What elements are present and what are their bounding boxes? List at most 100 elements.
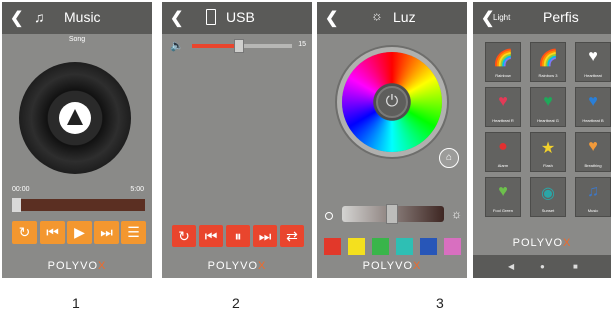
bulb-icon: ☼	[371, 8, 383, 23]
profile-tile-label: Fool Green	[492, 208, 513, 213]
repeat-button[interactable]: ↻	[12, 221, 37, 244]
nav-recents-icon[interactable]: ■	[573, 262, 578, 271]
back-icon[interactable]: ❮	[10, 8, 23, 28]
profile-tile[interactable]: 🌈 Rainbow	[485, 42, 521, 82]
profile-tile-label: Music	[587, 208, 599, 213]
pause-button[interactable]: ⏸	[226, 225, 250, 247]
profiles-screen: ❮ Light Perfis 🌈 Rainbow 🌈 Rainbow 3 ♥ Heartb…	[473, 2, 611, 278]
playlist-button[interactable]: ☰	[121, 221, 146, 244]
music-screen: ❮ ♫ Music Song 00:00 5:00 ↻ ⏮ ▶ ⏭ ☰ POLY…	[2, 2, 152, 278]
page-title: Luz	[393, 9, 416, 25]
profile-tile-label: Sunset	[541, 208, 555, 213]
profile-tile-icon: 🌈	[493, 50, 513, 67]
light-topbar: ❮ ☼ Luz	[317, 2, 467, 34]
volume-fill	[192, 44, 240, 48]
swatch-red[interactable]	[324, 238, 341, 255]
android-nav-bar: ◀ ● ■	[473, 255, 611, 278]
profile-tile[interactable]: ◉ Sunset	[530, 177, 566, 217]
brand-logo: POLYVOX	[207, 260, 267, 272]
profile-tile[interactable]: ♥ Fool Green	[485, 177, 521, 217]
page-title: USB	[226, 9, 255, 25]
brand-logo: POLYVOX	[47, 260, 107, 272]
profile-tile[interactable]: ♥ Heartbeat B	[575, 87, 611, 127]
color-wheel[interactable]: ⏻	[342, 52, 442, 152]
profile-tile-label: Heartbeat G	[537, 118, 559, 123]
music-topbar: ❮ ♫ Music	[2, 2, 152, 34]
profile-tile[interactable]: ♥ Heartbeat	[575, 42, 611, 82]
volume-slider[interactable]	[192, 39, 292, 53]
back-icon[interactable]: ❮	[325, 8, 338, 28]
brightness-handle[interactable]	[386, 204, 398, 224]
profile-tile-label: Rainbow 3	[538, 73, 558, 78]
play-triangle-icon	[67, 109, 83, 125]
profile-tile-icon: ♥	[588, 138, 598, 155]
profile-tile-icon: ◉	[541, 185, 555, 202]
profile-tile[interactable]: ♥ Breathing	[575, 132, 611, 172]
previous-button[interactable]: ⏮	[199, 225, 223, 247]
nav-home-icon[interactable]: ●	[540, 262, 545, 271]
usb-screen: ❮ USB 🔈 15 ↻ ⏮ ⏸ ⏭ ⇄ POLYVOX	[162, 2, 312, 278]
figure-label-3: 3	[436, 295, 444, 311]
brightness-high-icon: ☼	[451, 207, 462, 221]
profile-tile-icon: ♥	[498, 183, 508, 200]
brand-logo: POLYVOX	[362, 260, 422, 272]
profile-tile-label: Heartbeat R	[492, 118, 514, 123]
profile-tile-label: Breathing	[584, 163, 602, 168]
profile-tile[interactable]: ♫ Music	[575, 177, 611, 217]
profile-tile-icon: ♥	[588, 93, 598, 110]
usb-topbar: ❮ USB	[162, 2, 312, 34]
profile-tile-icon: ♥	[588, 48, 598, 65]
volume-value: 15	[298, 41, 306, 48]
figure-label-1: 1	[72, 295, 80, 311]
progress-handle[interactable]	[12, 198, 21, 212]
profile-tile-icon: ♥	[498, 93, 508, 110]
music-note-icon: ♫	[34, 9, 45, 25]
vinyl-disc[interactable]	[19, 62, 131, 174]
page-title: Perfis	[543, 9, 579, 25]
profile-tile[interactable]: ● Alarm	[485, 132, 521, 172]
profile-tile-icon: 🌈	[538, 50, 558, 67]
profile-tile-icon: ★	[540, 140, 556, 157]
back-label[interactable]: Light	[493, 13, 510, 22]
swatch-yellow[interactable]	[348, 238, 365, 255]
profile-tile-label: Rainbow	[495, 73, 511, 78]
swatch-blue[interactable]	[420, 238, 437, 255]
profile-tile[interactable]: 🌈 Rainbow 3	[530, 42, 566, 82]
nav-back-icon[interactable]: ◀	[508, 262, 514, 271]
shuffle-button[interactable]: ⇄	[280, 225, 304, 247]
profile-tile[interactable]: ★ Flash	[530, 132, 566, 172]
next-button[interactable]: ⏭	[253, 225, 277, 247]
song-subtitle: Song	[68, 36, 86, 43]
time-start: 00:00	[12, 186, 30, 193]
swatch-pink[interactable]	[444, 238, 461, 255]
profile-tile-label: Flash	[543, 163, 553, 168]
profile-tile-icon: ●	[498, 138, 508, 155]
brightness-low-icon	[325, 212, 333, 220]
figure-label-2: 2	[232, 295, 240, 311]
repeat-button[interactable]: ↻	[172, 225, 196, 247]
brand-logo: POLYVOX	[512, 237, 572, 249]
time-end: 5:00	[130, 186, 144, 193]
power-button[interactable]: ⏻	[376, 86, 408, 118]
previous-button[interactable]: ⏮	[40, 221, 65, 244]
back-icon[interactable]: ❮	[170, 8, 183, 28]
profiles-topbar: ❮ Light Perfis	[473, 2, 611, 34]
profile-tile-label: Heartbeat	[584, 73, 602, 78]
swatch-teal[interactable]	[396, 238, 413, 255]
next-button[interactable]: ⏭	[94, 221, 119, 244]
play-button[interactable]: ▶	[67, 221, 92, 244]
swatch-green[interactable]	[372, 238, 389, 255]
profile-tile-label: Heartbeat B	[582, 118, 604, 123]
home-button[interactable]: ⌂	[439, 148, 459, 168]
play-disc-button[interactable]	[59, 102, 91, 134]
profile-tile-icon: ♫	[587, 183, 599, 200]
profile-tile[interactable]: ♥ Heartbeat R	[485, 87, 521, 127]
brightness-slider[interactable]	[342, 204, 444, 224]
page-title: Music	[64, 9, 101, 25]
profile-tile-label: Alarm	[497, 163, 509, 168]
profile-tile[interactable]: ♥ Heartbeat G	[530, 87, 566, 127]
progress-track[interactable]	[12, 198, 145, 212]
light-screen: ❮ ☼ Luz ⏻ ⌂ ☼ POLYVOX	[317, 2, 467, 278]
volume-handle[interactable]	[234, 39, 244, 53]
volume-icon: 🔈	[170, 40, 184, 52]
